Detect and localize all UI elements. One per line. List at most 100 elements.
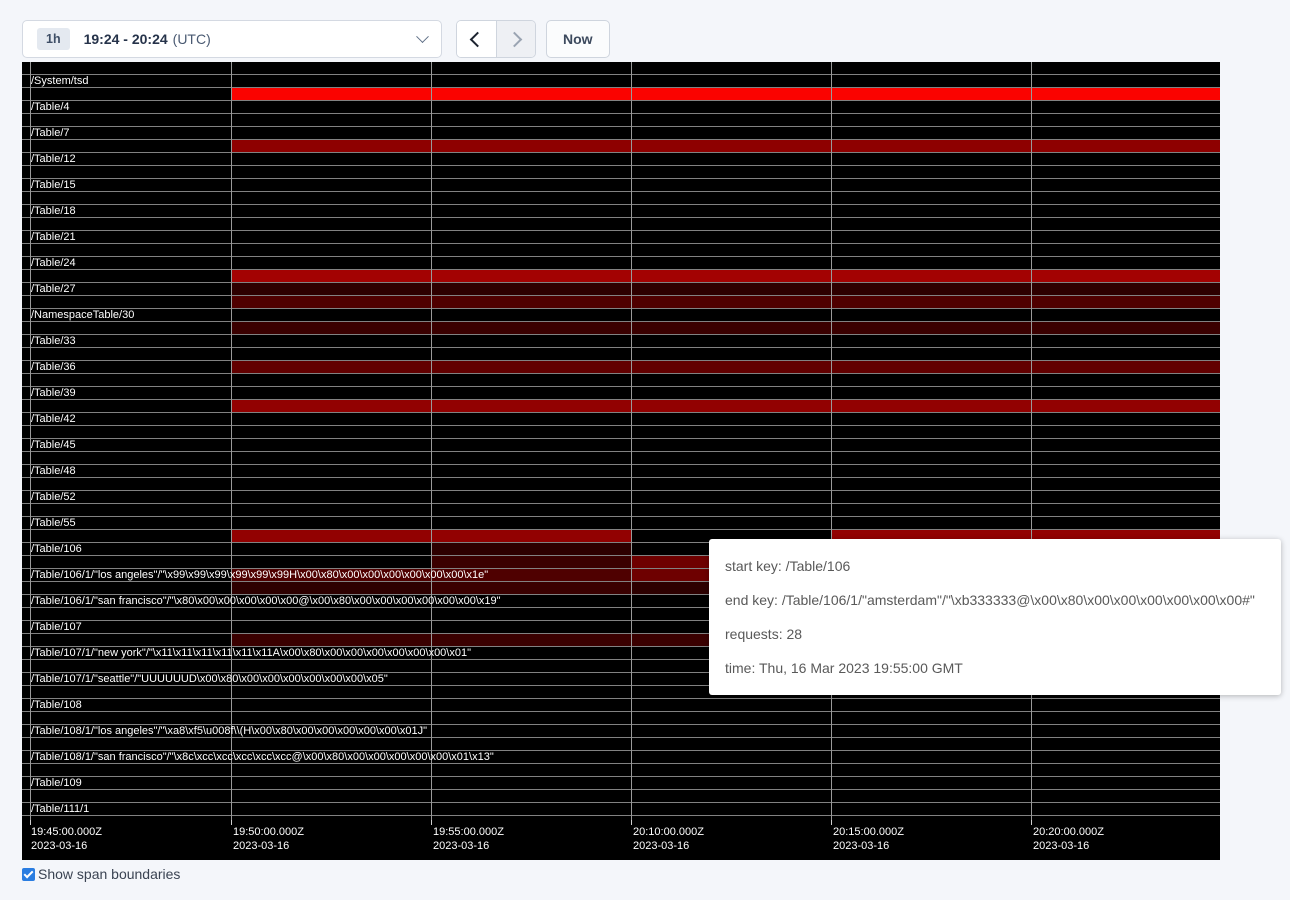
span-key-label: /Table/15 — [31, 179, 76, 192]
heatmap-cell[interactable] — [231, 361, 431, 373]
checkbox-checked-icon[interactable] — [22, 868, 35, 881]
time-bucket-gridline — [831, 62, 832, 820]
heatmap-cell[interactable] — [231, 400, 431, 412]
heatmap-row — [22, 387, 1220, 400]
span-key-label: /Table/36 — [31, 361, 76, 374]
heatmap-cell[interactable] — [1031, 270, 1220, 282]
heatmap-cell[interactable] — [831, 296, 1031, 308]
heatmap-row — [22, 777, 1220, 790]
heatmap-cell[interactable] — [231, 270, 431, 282]
heatmap-cell[interactable] — [831, 322, 1031, 334]
heatmap-cell[interactable] — [631, 270, 831, 282]
range-timezone-label: (UTC) — [173, 31, 211, 47]
heatmap-cell[interactable] — [831, 270, 1031, 282]
heatmap-row — [22, 127, 1220, 140]
time-bucket-gridline — [231, 62, 232, 820]
heatmap-cell[interactable] — [831, 88, 1031, 100]
heatmap-cell[interactable] — [431, 283, 631, 295]
heatmap-cell[interactable] — [631, 296, 831, 308]
heatmap-row — [22, 244, 1220, 257]
heatmap-row — [22, 270, 1220, 283]
heatmap-cell[interactable] — [431, 322, 631, 334]
heatmap-cell[interactable] — [1031, 361, 1220, 373]
span-key-label: /Table/106 — [31, 543, 82, 556]
heatmap-cell[interactable] — [631, 88, 831, 100]
heatmap-row — [22, 348, 1220, 361]
heatmap-cell[interactable] — [831, 400, 1031, 412]
heatmap-cell[interactable] — [831, 140, 1031, 152]
span-key-label: /NamespaceTable/30 — [31, 309, 134, 322]
heatmap-row — [22, 322, 1220, 335]
heatmap-cell[interactable] — [431, 361, 631, 373]
now-button[interactable]: Now — [546, 20, 610, 58]
heatmap-cell[interactable] — [231, 582, 431, 594]
key-visualizer-page: 1h 19:24 - 20:24 (UTC) Now /System/tsd/T… — [0, 0, 1290, 900]
heatmap-cell[interactable] — [431, 556, 631, 568]
span-key-label: /System/tsd — [31, 75, 88, 88]
time-axis-label: 20:10:00.000Z2023-03-16 — [633, 825, 704, 853]
next-range-button[interactable] — [496, 21, 536, 57]
heatmap-cell[interactable] — [1031, 283, 1220, 295]
show-span-boundaries-toggle[interactable]: Show span boundaries — [22, 866, 180, 882]
heatmap-row — [22, 179, 1220, 192]
heatmap-cell[interactable] — [231, 530, 431, 542]
heatmap-cell[interactable] — [1031, 296, 1220, 308]
heatmap-row — [22, 517, 1220, 530]
time-range-dropdown[interactable]: 1h 19:24 - 20:24 (UTC) — [22, 20, 442, 58]
heatmap-row — [22, 504, 1220, 517]
span-key-label: /Table/33 — [31, 335, 76, 348]
heatmap-cell[interactable] — [1031, 400, 1220, 412]
span-key-label: /Table/108 — [31, 699, 82, 712]
heatmap-row — [22, 192, 1220, 205]
heatmap-row — [22, 413, 1220, 426]
heatmap-cell[interactable] — [1031, 322, 1220, 334]
heatmap-cell[interactable] — [431, 634, 631, 646]
prev-range-button[interactable] — [457, 21, 496, 57]
heatmap-cell[interactable] — [431, 140, 631, 152]
heatmap-cell[interactable] — [631, 283, 831, 295]
heatmap-row — [22, 374, 1220, 387]
time-axis-tick — [431, 820, 432, 825]
heatmap-row — [22, 205, 1220, 218]
time-axis-tick — [631, 820, 632, 825]
heatmap-cell[interactable] — [231, 283, 431, 295]
heatmap-row — [22, 296, 1220, 309]
heatmap-cell[interactable] — [231, 88, 431, 100]
heatmap-cell[interactable] — [231, 322, 431, 334]
heatmap-cell[interactable] — [231, 296, 431, 308]
time-axis-tick — [30, 820, 31, 825]
heatmap-cell[interactable] — [231, 140, 431, 152]
heatmap-cell[interactable] — [631, 361, 831, 373]
heatmap-row — [22, 335, 1220, 348]
heatmap-cell[interactable] — [431, 270, 631, 282]
heatmap-cell[interactable] — [631, 140, 831, 152]
heatmap-cell[interactable] — [431, 400, 631, 412]
heatmap-row — [22, 283, 1220, 296]
time-bucket-gridline — [631, 62, 632, 820]
heatmap-cell[interactable] — [431, 296, 631, 308]
heatmap-row — [22, 166, 1220, 179]
heatmap-cell[interactable] — [831, 283, 1031, 295]
heatmap-cell[interactable] — [831, 361, 1031, 373]
heatmap-cell[interactable] — [231, 634, 431, 646]
chevron-right-icon — [506, 31, 522, 47]
heatmap-cell[interactable] — [1031, 140, 1220, 152]
heatmap-cell[interactable] — [431, 582, 631, 594]
heatmap-cell[interactable] — [631, 322, 831, 334]
heatmap-cell[interactable] — [431, 530, 631, 542]
heatmap-cell[interactable] — [431, 88, 631, 100]
key-visualizer-canvas[interactable]: /System/tsd/Table/4/Table/7/Table/12/Tab… — [22, 62, 1220, 860]
span-key-label: /Table/24 — [31, 257, 76, 270]
heatmap-row — [22, 140, 1220, 153]
tooltip-time: time: Thu, 16 Mar 2023 19:55:00 GMT — [725, 651, 1265, 685]
heatmap-cell[interactable] — [431, 543, 631, 555]
heatmap-row — [22, 88, 1220, 101]
cell-tooltip: start key: /Table/106 end key: /Table/10… — [709, 539, 1281, 695]
time-bucket-gridline — [431, 62, 432, 820]
time-axis-tick — [231, 820, 232, 825]
heatmap-row — [22, 491, 1220, 504]
span-key-label: /Table/107/1/"seattle"/"UUUUUUD\x00\x80\… — [31, 673, 388, 686]
heatmap-cell[interactable] — [631, 400, 831, 412]
heatmap-row — [22, 738, 1220, 751]
heatmap-cell[interactable] — [1031, 88, 1220, 100]
